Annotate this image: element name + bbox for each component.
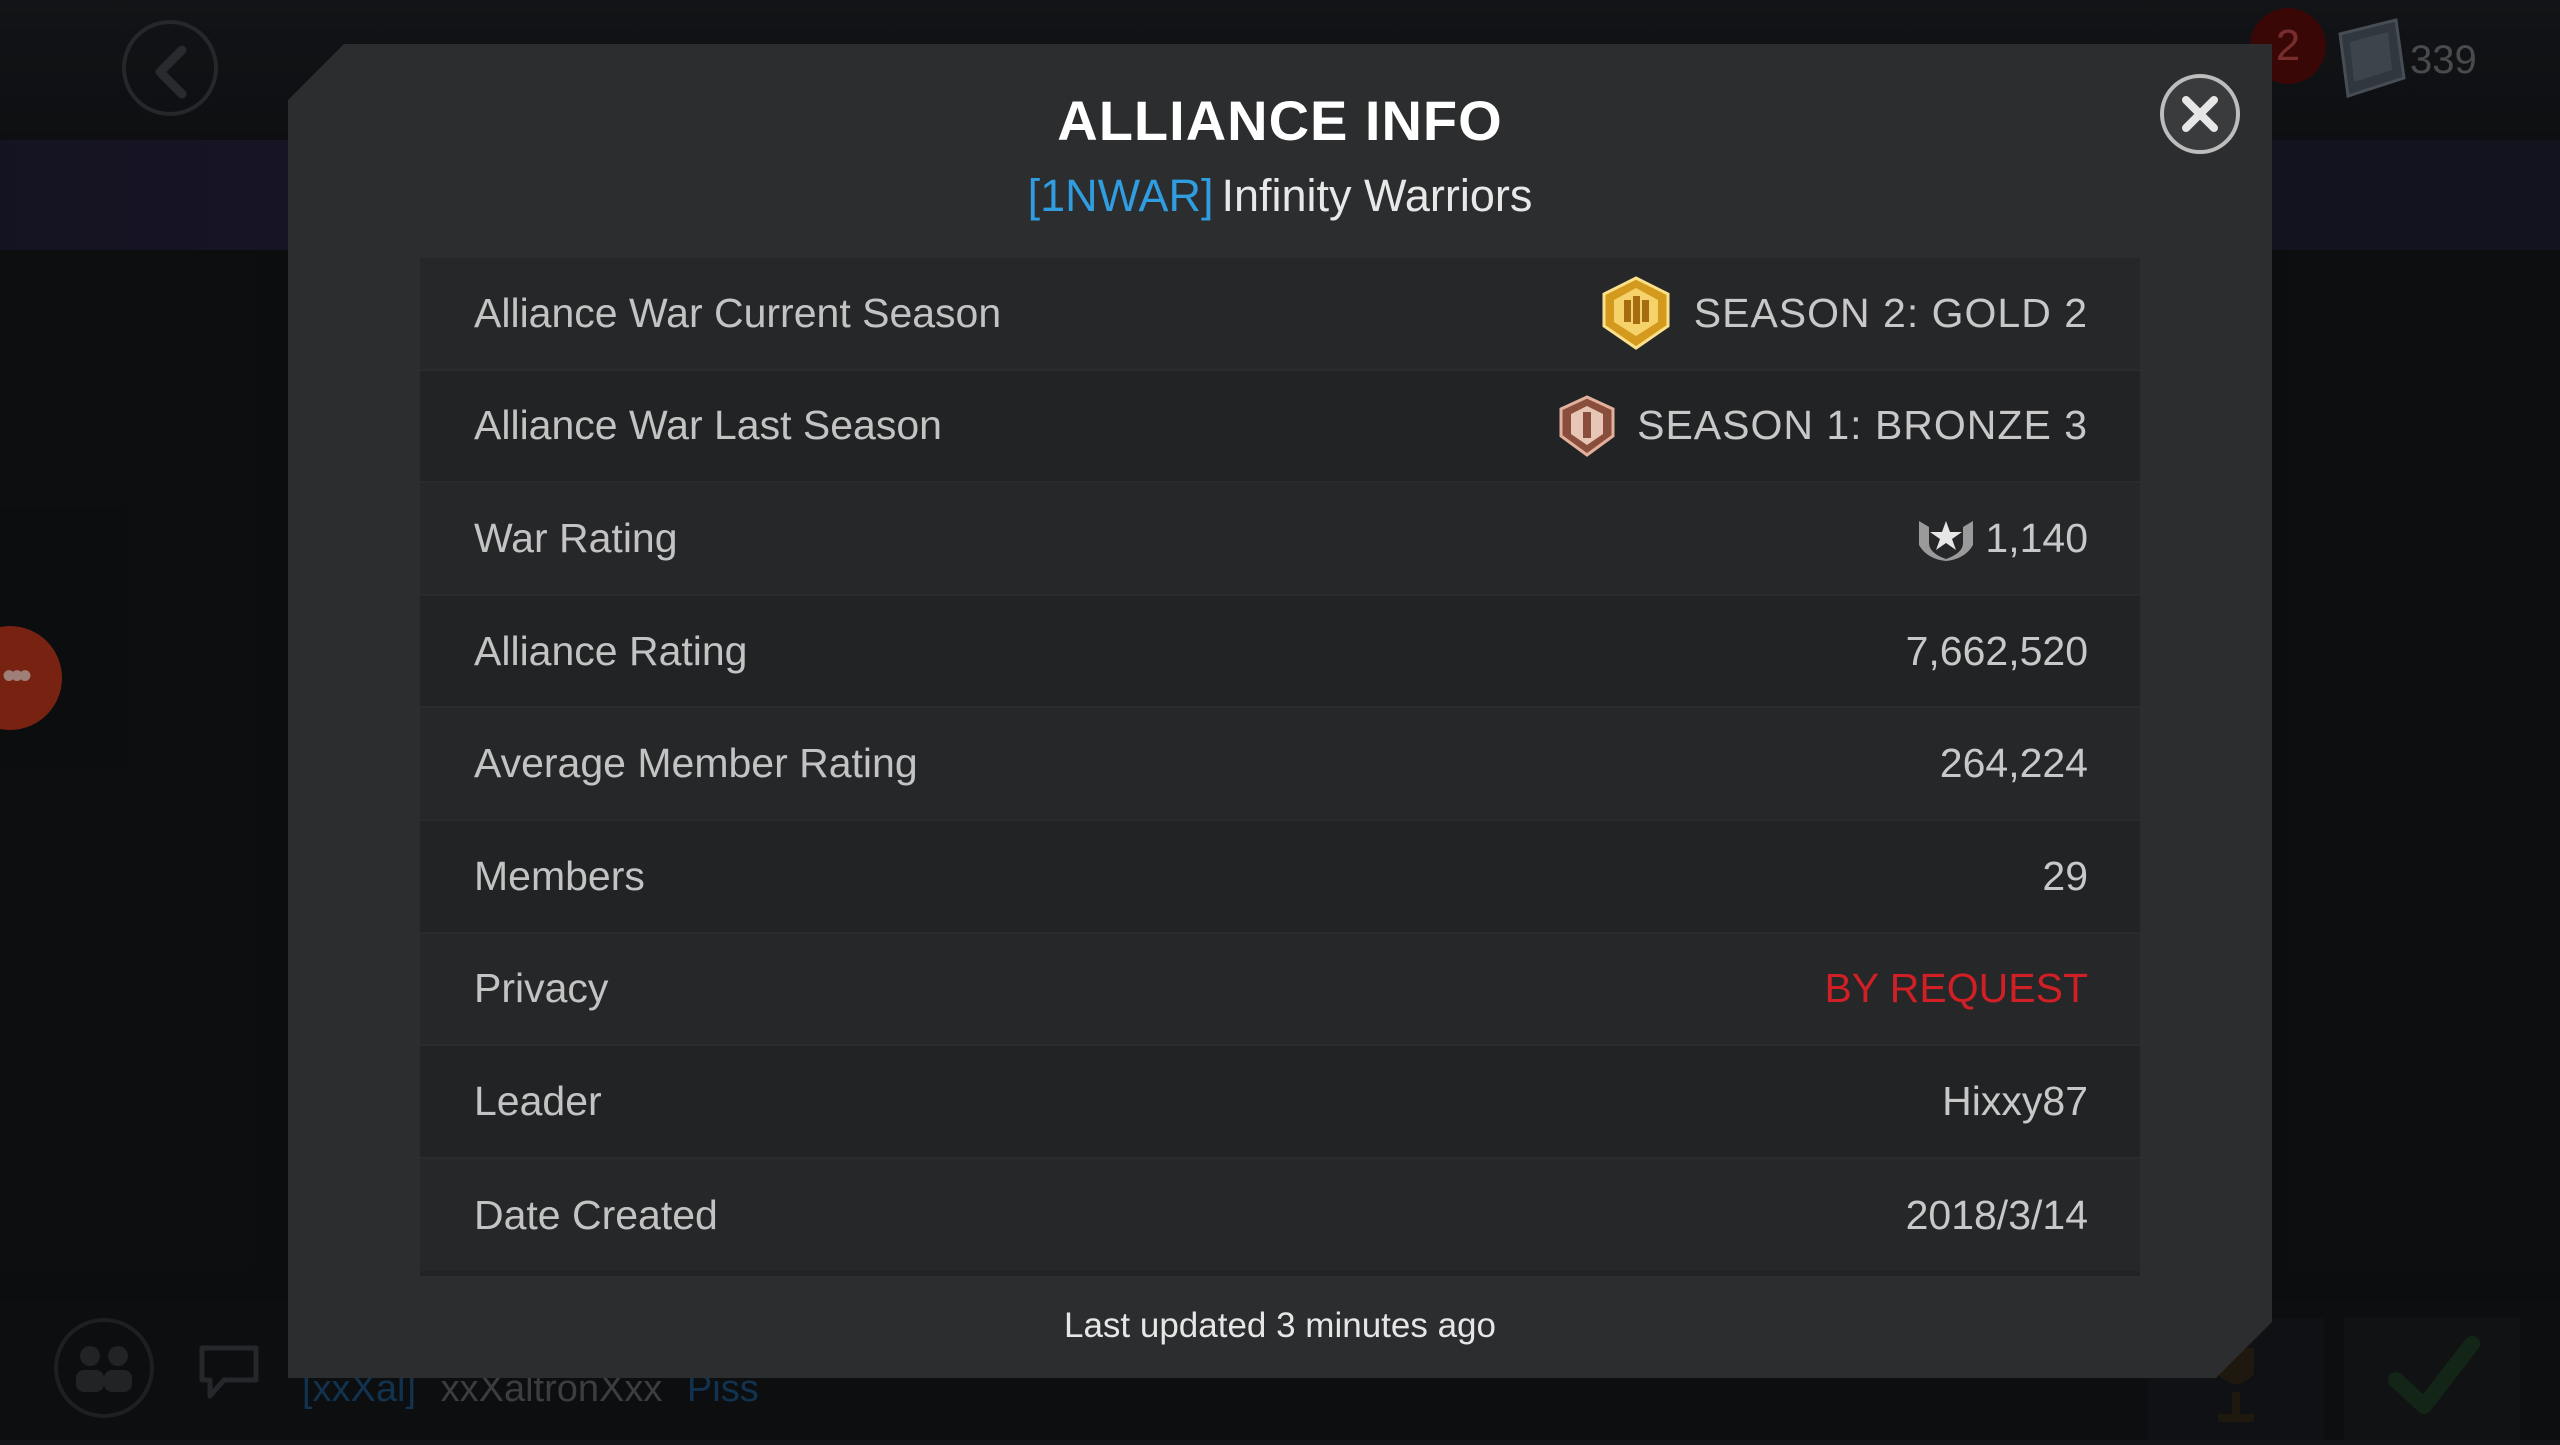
alliance-name: Infinity Warriors <box>1221 170 1533 221</box>
last-season-value: SEASON 1: BRONZE 3 <box>1637 402 2088 449</box>
close-button[interactable] <box>2160 74 2240 154</box>
info-row-war-rating: War Rating 1,140 <box>420 483 2140 596</box>
row-value: SEASON 1: BRONZE 3 <box>1557 394 2088 458</box>
row-label: Privacy <box>474 965 609 1012</box>
info-row-current-season: Alliance War Current Season SEASON 2: GO… <box>420 258 2140 371</box>
alliance-info-table: Alliance War Current Season SEASON 2: GO… <box>420 258 2140 1276</box>
dialog-title: ALLIANCE INFO <box>1057 89 1503 152</box>
row-label: Average Member Rating <box>474 740 918 787</box>
last-updated-text: Last updated 3 minutes ago <box>1064 1306 1496 1345</box>
date-created-value: 2018/3/14 <box>1905 1191 2088 1238</box>
info-row-members: Members 29 <box>420 821 2140 934</box>
bronze-season-icon <box>1557 394 1617 458</box>
leader-value[interactable]: Hixxy87 <box>1942 1078 2088 1125</box>
row-label: Alliance Rating <box>474 627 748 674</box>
alliance-name-line: [1NWAR] Infinity Warriors <box>288 170 2272 222</box>
info-row-average-member-rating: Average Member Rating 264,224 <box>420 708 2140 821</box>
war-rating-icon <box>1915 513 1977 563</box>
close-icon <box>2180 94 2220 134</box>
members-value: 29 <box>2042 852 2088 899</box>
row-label: Alliance War Last Season <box>474 402 942 449</box>
row-label: Date Created <box>474 1191 718 1238</box>
row-value: SEASON 2: GOLD 2 <box>1598 274 2088 352</box>
row-label: Members <box>474 852 645 899</box>
alliance-tag: [1NWAR] <box>1027 170 1214 221</box>
row-label: Leader <box>474 1077 602 1124</box>
privacy-value: BY REQUEST <box>1824 965 2088 1012</box>
info-row-date-created: Date Created 2018/3/14 <box>420 1159 2140 1272</box>
current-season-value: SEASON 2: GOLD 2 <box>1693 289 2088 336</box>
info-row-privacy: Privacy BY REQUEST <box>420 934 2140 1047</box>
average-member-rating-value: 264,224 <box>1939 740 2088 787</box>
row-label: Alliance War Current Season <box>474 289 1002 336</box>
info-row-last-season: Alliance War Last Season SEASON 1: BRONZ… <box>420 371 2140 484</box>
row-label: War Rating <box>474 514 678 561</box>
alliance-info-dialog: ALLIANCE INFO [1NWAR] Infinity Warriors A… <box>288 44 2272 1378</box>
row-value: 1,140 <box>1915 513 2088 563</box>
info-row-alliance-rating: Alliance Rating 7,662,520 <box>420 596 2140 709</box>
gold-season-icon <box>1598 274 1674 352</box>
alliance-rating-value: 7,662,520 <box>1905 627 2088 674</box>
info-row-leader: Leader Hixxy87 <box>420 1046 2140 1159</box>
war-rating-value: 1,140 <box>1985 514 2088 561</box>
